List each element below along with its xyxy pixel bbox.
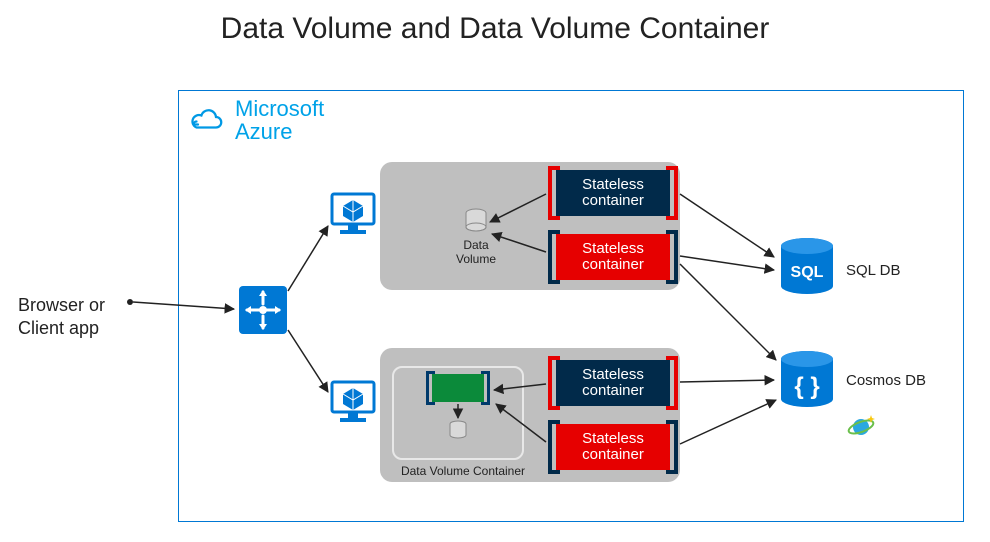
azure-cloud-icon xyxy=(189,106,225,134)
data-volume-label-line1: Data xyxy=(463,238,488,252)
data-volume-cylinder-icon xyxy=(464,208,488,236)
sql-db-icon: SQL xyxy=(778,237,836,303)
client-label-line1: Browser or xyxy=(18,295,105,315)
cosmos-planet-icon xyxy=(846,412,876,442)
stateless-container-bottom-2: Stateless container xyxy=(556,424,670,470)
client-app-label: Browser or Client app xyxy=(18,294,105,341)
stateless-container-bottom-1: Stateless container xyxy=(556,360,670,406)
cosmos-db-label: Cosmos DB xyxy=(846,372,926,389)
azure-brand: Microsoft Azure xyxy=(189,97,324,143)
diagram-title: Data Volume and Data Volume Container xyxy=(0,12,990,46)
stateless-container-label: Stateless container xyxy=(556,241,670,274)
load-balancer-icon xyxy=(237,284,289,336)
vm-host-bottom-icon xyxy=(330,380,376,424)
vm-host-top-icon xyxy=(330,192,376,236)
azure-brand-line2: Azure xyxy=(235,119,292,144)
data-volume: Data Volume xyxy=(446,208,506,266)
stateless-container-label: Stateless container xyxy=(556,431,670,464)
sql-badge-text: SQL xyxy=(791,264,824,281)
stateless-container-label: Stateless container xyxy=(556,177,670,210)
data-volume-label-line2: Volume xyxy=(456,252,496,266)
data-volume-container-icon xyxy=(432,374,484,402)
stateless-container-top-1: Stateless container xyxy=(556,170,670,216)
azure-brand-text: Microsoft Azure xyxy=(235,97,324,143)
stateless-container-top-2: Stateless container xyxy=(556,234,670,280)
cosmos-badge-text: { } xyxy=(794,373,819,400)
azure-brand-line1: Microsoft xyxy=(235,96,324,121)
stateless-container-label: Stateless container xyxy=(556,367,670,400)
data-volume-container-label: Data Volume Container xyxy=(396,464,530,478)
sql-db-label: SQL DB xyxy=(846,262,900,279)
cosmos-db-icon: { } xyxy=(778,350,836,416)
client-label-line2: Client app xyxy=(18,318,99,338)
data-volume-container-cylinder-icon xyxy=(448,420,468,442)
